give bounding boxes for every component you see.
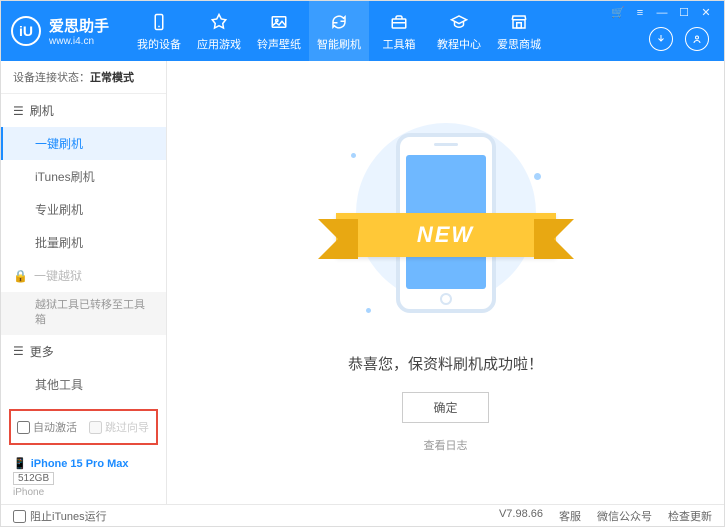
- nav-flash[interactable]: 智能刷机: [309, 1, 369, 61]
- app-url: www.i4.cn: [49, 36, 109, 47]
- sidebar-other-tools[interactable]: 其他工具: [1, 368, 166, 401]
- sidebar: 设备连接状态：正常模式 ☰ 刷机 一键刷机 iTunes刷机 专业刷机 批量刷机…: [1, 61, 167, 504]
- list-icon: ☰: [13, 104, 24, 118]
- window-controls: 🛒 ≡ — ☐ ✕: [610, 6, 714, 19]
- lock-icon: 🔒: [13, 269, 28, 283]
- store-icon: [508, 11, 530, 33]
- group-flash[interactable]: ☰ 刷机: [1, 94, 166, 127]
- connection-status: 设备连接状态：正常模式: [1, 61, 166, 94]
- sidebar-batch-flash[interactable]: 批量刷机: [1, 226, 166, 259]
- sidebar-itunes-flash[interactable]: iTunes刷机: [1, 160, 166, 193]
- list-icon: ☰: [13, 344, 24, 358]
- phone-small-icon: 📱: [13, 457, 27, 470]
- wechat-link[interactable]: 微信公众号: [597, 508, 652, 524]
- download-circle-icon[interactable]: [649, 27, 673, 51]
- sidebar-download-fw[interactable]: 下载固件: [1, 401, 166, 403]
- image-icon: [268, 11, 290, 33]
- footer: 阻止iTunes运行 V7.98.66 客服 微信公众号 检查更新: [1, 504, 724, 527]
- app-name: 爱思助手: [49, 18, 109, 35]
- jailbreak-moved-note: 越狱工具已转移至工具箱: [1, 292, 166, 335]
- device-storage: 512GB: [13, 472, 54, 485]
- nav-tutorial[interactable]: 教程中心: [429, 1, 489, 61]
- view-log-link[interactable]: 查看日志: [424, 437, 468, 453]
- new-ribbon: NEW: [336, 213, 556, 257]
- nav-store[interactable]: 爱思商城: [489, 1, 549, 61]
- refresh-icon: [328, 11, 350, 33]
- main-nav: 我的设备 应用游戏 铃声壁纸 智能刷机 工具箱 教程中心 爱思商城: [129, 1, 549, 61]
- main-content: NEW 恭喜您，保资料刷机成功啦！ 确定 查看日志: [167, 61, 724, 504]
- skip-guide-checkbox[interactable]: 跳过向导: [89, 419, 149, 435]
- update-link[interactable]: 检查更新: [668, 508, 712, 524]
- user-circle-icon[interactable]: [685, 27, 709, 51]
- support-link[interactable]: 客服: [559, 508, 581, 524]
- app-header: iU 爱思助手 www.i4.cn 我的设备 应用游戏 铃声壁纸 智能刷机 工具…: [1, 1, 724, 61]
- minimize-button[interactable]: —: [654, 7, 670, 19]
- sidebar-pro-flash[interactable]: 专业刷机: [1, 193, 166, 226]
- header-action-circles: [649, 27, 709, 51]
- device-info: 📱 iPhone 15 Pro Max 512GB iPhone: [1, 451, 166, 504]
- phone-icon: [148, 11, 170, 33]
- logo-area: iU 爱思助手 www.i4.cn: [11, 15, 109, 47]
- toolbox-icon: [388, 11, 410, 33]
- block-itunes-checkbox[interactable]: 阻止iTunes运行: [13, 508, 107, 524]
- sidebar-onekey-flash[interactable]: 一键刷机: [1, 127, 166, 160]
- device-type: iPhone: [13, 487, 154, 498]
- nav-apps[interactable]: 应用游戏: [189, 1, 249, 61]
- maximize-button[interactable]: ☐: [676, 6, 692, 19]
- group-jailbreak: 🔒 一键越狱: [1, 259, 166, 292]
- success-message: 恭喜您，保资料刷机成功啦！: [348, 353, 543, 374]
- menu-icon[interactable]: ≡: [632, 7, 648, 19]
- logo-icon: iU: [11, 16, 41, 46]
- highlighted-options: 自动激活 跳过向导: [9, 409, 158, 445]
- nav-my-device[interactable]: 我的设备: [129, 1, 189, 61]
- graduation-icon: [448, 11, 470, 33]
- ok-button[interactable]: 确定: [402, 392, 488, 423]
- success-illustration: NEW: [346, 113, 546, 333]
- nav-ringtones[interactable]: 铃声壁纸: [249, 1, 309, 61]
- version-label: V7.98.66: [499, 508, 543, 524]
- cart-icon[interactable]: 🛒: [610, 6, 626, 19]
- appstore-icon: [208, 11, 230, 33]
- nav-toolbox[interactable]: 工具箱: [369, 1, 429, 61]
- auto-activate-checkbox[interactable]: 自动激活: [17, 419, 77, 435]
- device-name[interactable]: 📱 iPhone 15 Pro Max: [13, 457, 154, 470]
- close-button[interactable]: ✕: [698, 6, 714, 19]
- group-more[interactable]: ☰ 更多: [1, 335, 166, 368]
